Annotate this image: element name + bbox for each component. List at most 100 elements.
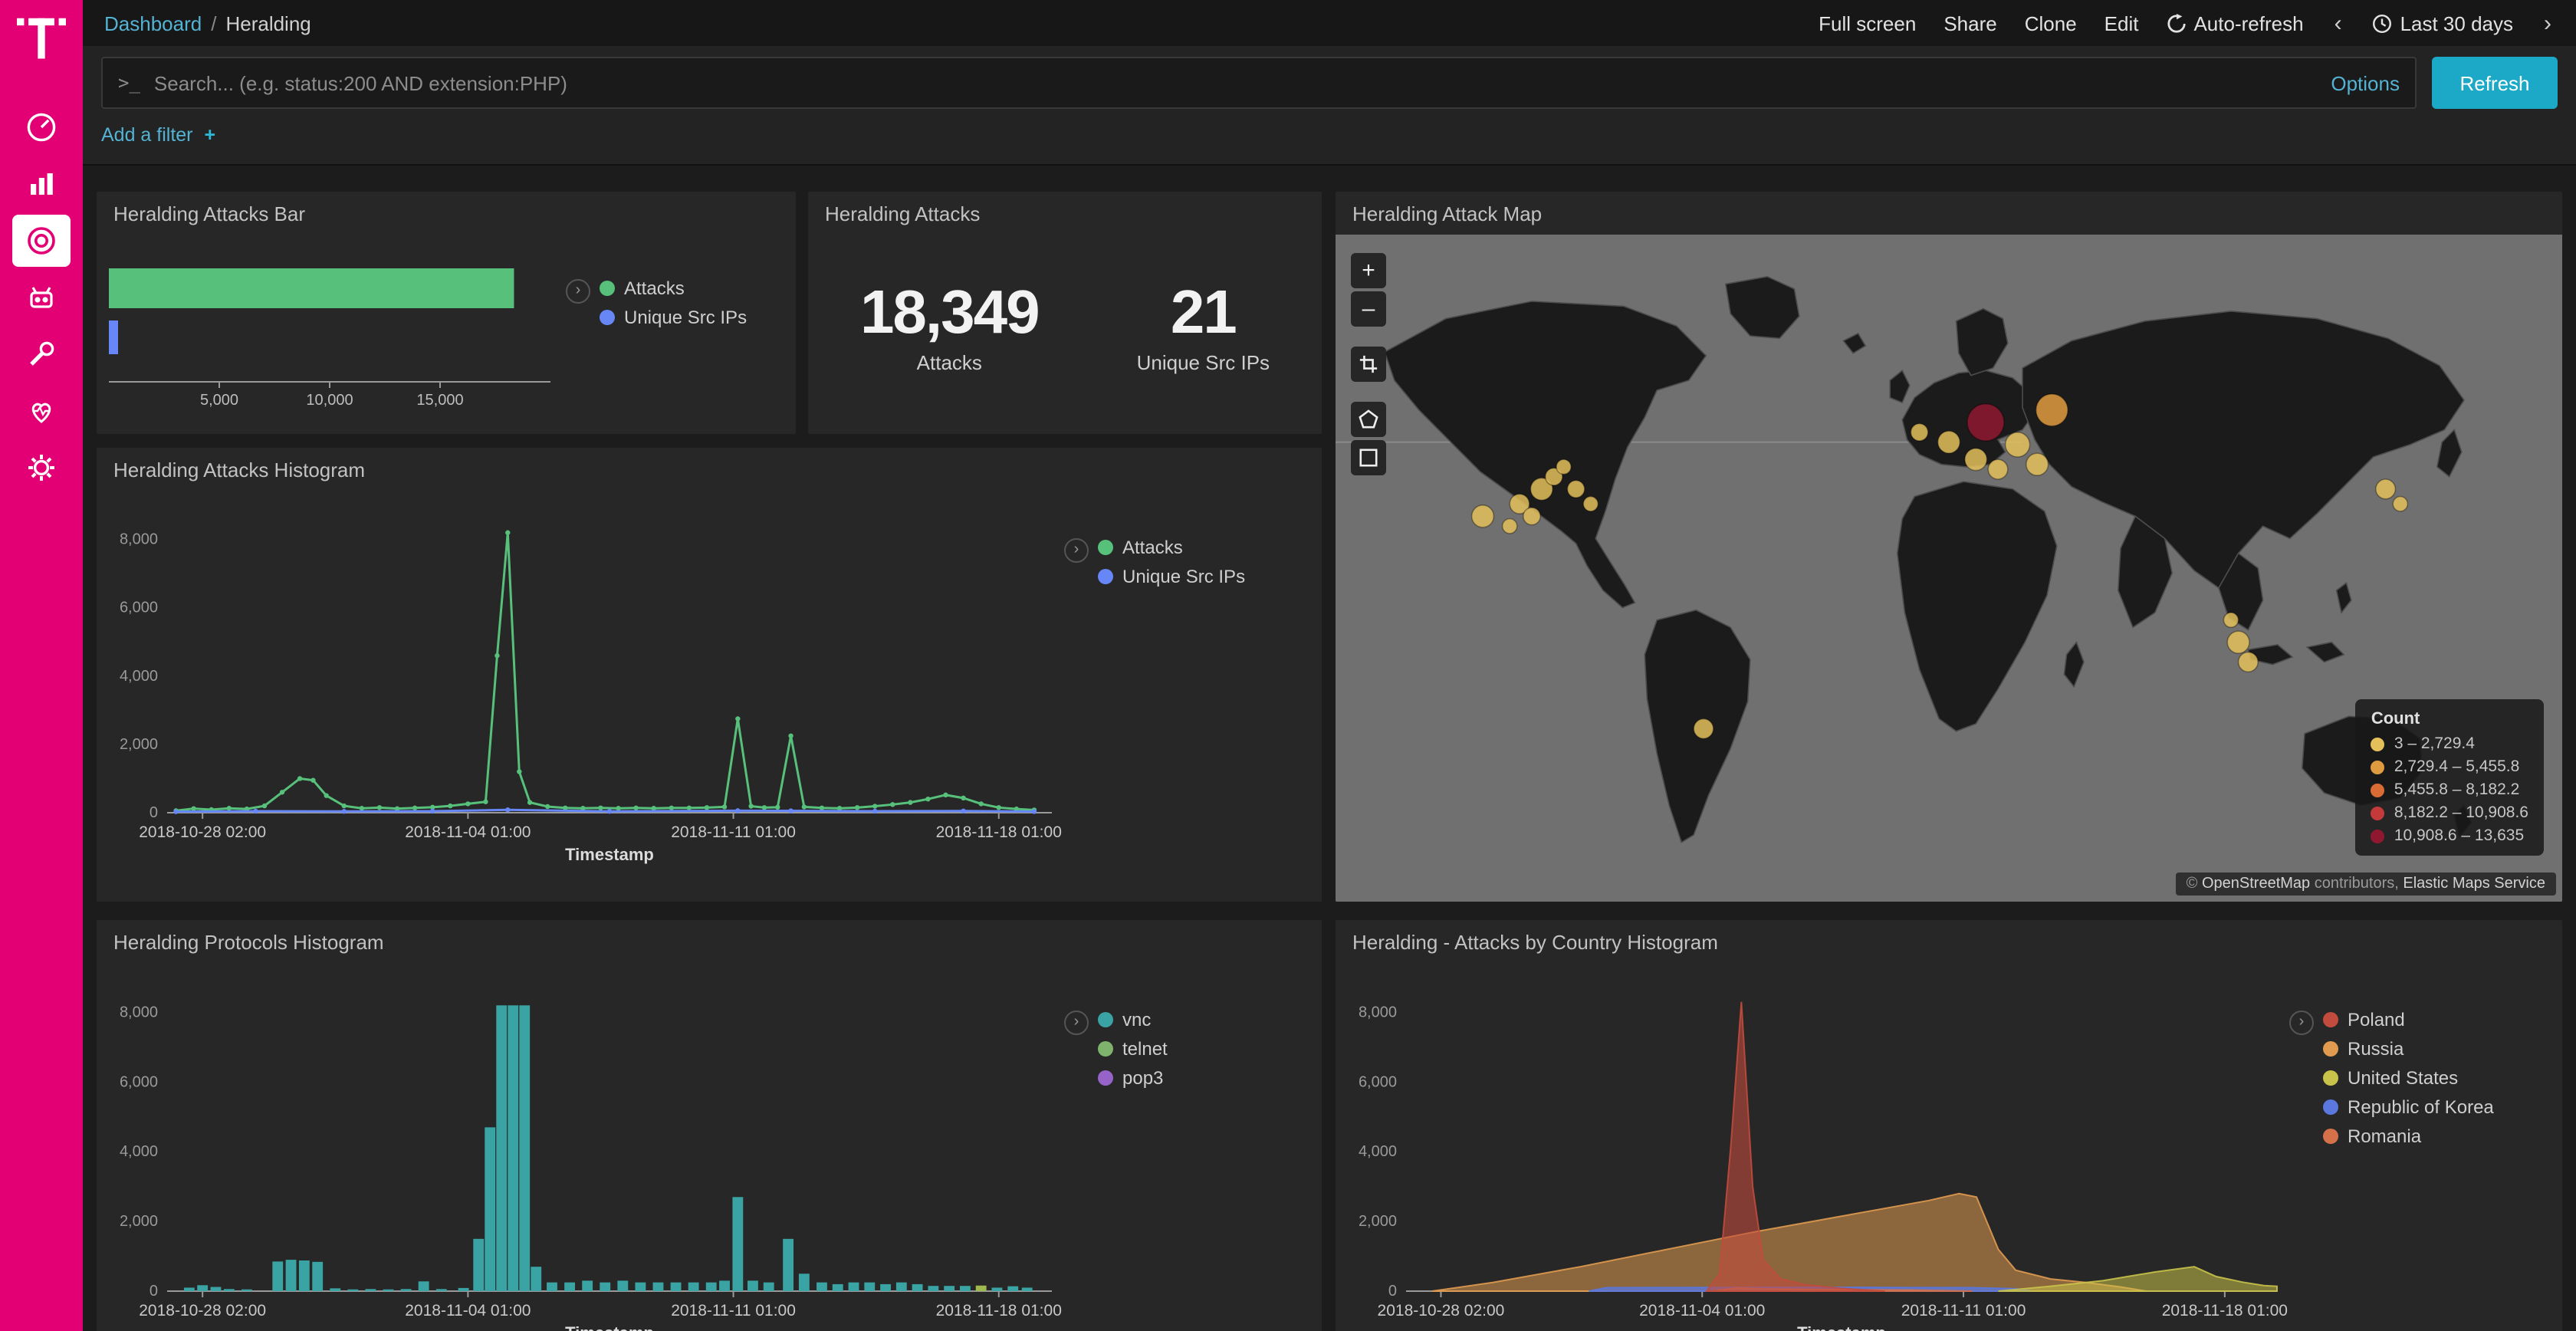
- search-box[interactable]: >_ Options: [101, 57, 2417, 109]
- edit-button[interactable]: Edit: [2104, 12, 2139, 35]
- legend-item[interactable]: telnet: [1098, 1038, 1168, 1060]
- robot-icon[interactable]: [0, 268, 83, 325]
- legend-item[interactable]: Republic of Korea: [2323, 1096, 2494, 1118]
- tachometer-icon[interactable]: [0, 98, 83, 155]
- legend-item[interactable]: pop3: [1098, 1067, 1168, 1089]
- map-legend-dot-icon: [2371, 737, 2385, 751]
- svg-text:2018-11-11 01:00: 2018-11-11 01:00: [671, 1302, 796, 1319]
- panel-attacks-by-country-histogram: Heralding - Attacks by Country Histogram…: [1336, 920, 2562, 1331]
- chart-legend: › Attacks Unique Src IPs: [1064, 491, 1322, 902]
- attacks-bar-chart[interactable]: 5,00010,00015,000: [97, 235, 566, 434]
- sidebar-item-selected[interactable]: [0, 212, 83, 268]
- legend-dot-icon: [600, 310, 615, 325]
- svg-text:Timestamp: Timestamp: [1797, 1323, 1886, 1331]
- legend-dot-icon: [1098, 1070, 1113, 1086]
- svg-text:2018-10-28 02:00: 2018-10-28 02:00: [139, 1302, 266, 1319]
- zoom-in-button[interactable]: +: [1351, 253, 1386, 288]
- query-options-link[interactable]: Options: [2331, 71, 2400, 94]
- svg-text:2018-10-28 02:00: 2018-10-28 02:00: [139, 823, 266, 841]
- protocols-bar-chart[interactable]: 02,0004,0006,0008,0002018-10-28 02:00201…: [97, 963, 1064, 1331]
- auto-refresh-button[interactable]: Auto-refresh: [2166, 12, 2303, 35]
- svg-text:6,000: 6,000: [120, 600, 158, 616]
- query-bar: >_ Options Refresh: [83, 46, 2576, 109]
- time-back-chevron-icon[interactable]: ‹: [2331, 10, 2345, 36]
- wrench-icon[interactable]: [0, 325, 83, 382]
- map-legend-dot-icon: [2371, 760, 2385, 774]
- legend-label: Republic of Korea: [2348, 1096, 2494, 1118]
- legend-toggle-icon[interactable]: ›: [1064, 538, 1089, 563]
- panel-heralding-attacks-histogram: Heralding Attacks Histogram 02,0004,0006…: [97, 448, 1322, 902]
- legend-toggle-icon[interactable]: ›: [566, 279, 590, 304]
- legend-item[interactable]: Romania: [2323, 1126, 2494, 1147]
- draw-polygon-icon[interactable]: [1351, 402, 1386, 437]
- heartbeat-icon[interactable]: [0, 382, 83, 439]
- main-area: Dashboard / Heralding Full screen Share …: [83, 0, 2576, 1331]
- legend-item[interactable]: Attacks: [600, 278, 747, 299]
- time-range-picker[interactable]: Last 30 days: [2373, 12, 2513, 35]
- time-range-label: Last 30 days: [2400, 12, 2513, 35]
- time-forward-chevron-icon[interactable]: ›: [2541, 10, 2555, 36]
- legend-item[interactable]: Unique Src IPs: [1098, 566, 1245, 587]
- world-map[interactable]: + –: [1336, 235, 2562, 902]
- attacks-line-chart[interactable]: 02,0004,0006,0008,0002018-10-28 02:00201…: [97, 491, 1064, 902]
- legend-dot-icon: [2323, 1041, 2338, 1057]
- legend-dot-icon: [2323, 1012, 2338, 1027]
- legend-toggle-icon[interactable]: ›: [1064, 1011, 1089, 1035]
- legend-item[interactable]: Unique Src IPs: [600, 307, 747, 328]
- zoom-out-button[interactable]: –: [1351, 291, 1386, 327]
- query-prompt-icon: >_: [118, 72, 140, 94]
- svg-text:15,000: 15,000: [416, 392, 463, 409]
- map-controls: + –: [1351, 253, 1386, 475]
- svg-text:2,000: 2,000: [120, 736, 158, 753]
- panel-heralding-attacks-bar: Heralding Attacks Bar 5,00010,00015,000 …: [97, 192, 796, 434]
- add-filter-plus-icon[interactable]: +: [205, 124, 216, 146]
- target-icon: [12, 214, 71, 266]
- svg-text:4,000: 4,000: [120, 1143, 158, 1160]
- fit-bounds-icon[interactable]: [1351, 347, 1386, 382]
- legend-dot-icon: [2323, 1070, 2338, 1086]
- legend-label: vnc: [1122, 1009, 1151, 1030]
- legend-label: Unique Src IPs: [624, 307, 747, 328]
- legend-label: Attacks: [624, 278, 685, 299]
- legend-dot-icon: [1098, 569, 1113, 584]
- search-input[interactable]: [154, 71, 2318, 94]
- panel-title: Heralding - Attacks by Country Histogram: [1336, 920, 2562, 963]
- svg-text:2,000: 2,000: [120, 1213, 158, 1230]
- map-legend-row: 2,729.4 – 5,455.8: [2371, 758, 2528, 776]
- legend-dot-icon: [2323, 1129, 2338, 1144]
- svg-text:5,000: 5,000: [200, 392, 238, 409]
- openstreetmap-link[interactable]: OpenStreetMap: [2202, 876, 2310, 892]
- top-nav-bar: Dashboard / Heralding Full screen Share …: [83, 0, 2576, 46]
- legend-item[interactable]: Russia: [2323, 1038, 2494, 1060]
- add-filter-link[interactable]: Add a filter: [101, 124, 193, 146]
- share-button[interactable]: Share: [1944, 12, 1996, 35]
- legend-label: Russia: [2348, 1038, 2404, 1060]
- legend-label: Unique Src IPs: [1122, 566, 1245, 587]
- map-legend-dot-icon: [2371, 829, 2385, 843]
- metric-label: Attacks: [860, 351, 1039, 374]
- elastic-maps-link[interactable]: Elastic Maps Service: [2403, 876, 2545, 892]
- legend-label: United States: [2348, 1067, 2458, 1089]
- breadcrumb-separator: /: [211, 12, 216, 35]
- metric-unique-src-ips: 21 Unique Src IPs: [1137, 279, 1270, 374]
- legend-item[interactable]: Attacks: [1098, 537, 1245, 558]
- svg-text:4,000: 4,000: [1359, 1143, 1397, 1160]
- chart-legend: › Poland Russia United States Republic of K…: [2289, 963, 2562, 1331]
- refresh-button[interactable]: Refresh: [2432, 57, 2558, 109]
- legend-toggle-icon[interactable]: ›: [2289, 1011, 2314, 1035]
- telekom-logo[interactable]: [15, 15, 67, 64]
- breadcrumb-dashboard-link[interactable]: Dashboard: [104, 12, 202, 35]
- legend-item[interactable]: Poland: [2323, 1009, 2494, 1030]
- country-area-chart[interactable]: 02,0004,0006,0008,0002018-10-28 02:00201…: [1336, 963, 2289, 1331]
- svg-text:8,000: 8,000: [120, 1004, 158, 1020]
- bar-chart-icon[interactable]: [0, 155, 83, 212]
- gear-icon[interactable]: [0, 439, 83, 495]
- full-screen-button[interactable]: Full screen: [1819, 12, 1916, 35]
- legend-item[interactable]: vnc: [1098, 1009, 1168, 1030]
- legend-item[interactable]: United States: [2323, 1067, 2494, 1089]
- map-legend-row: 3 – 2,729.4: [2371, 735, 2528, 753]
- map-legend-row: 8,182.2 – 10,908.6: [2371, 804, 2528, 822]
- clone-button[interactable]: Clone: [2025, 12, 2077, 35]
- panel-title: Heralding Attacks Histogram: [97, 448, 1322, 491]
- draw-rectangle-icon[interactable]: [1351, 440, 1386, 475]
